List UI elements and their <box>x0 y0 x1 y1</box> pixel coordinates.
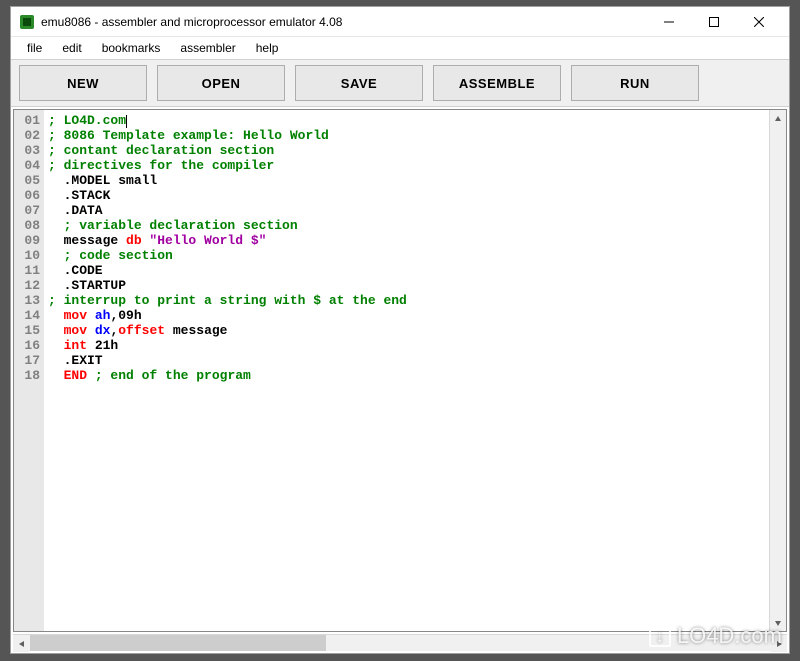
app-window: emu8086 - assembler and microprocessor e… <box>10 6 790 654</box>
line-number: 01 <box>14 113 40 128</box>
line-number-gutter: 010203040506070809101112131415161718 <box>14 110 44 631</box>
window-title: emu8086 - assembler and microprocessor e… <box>41 15 646 29</box>
line-number: 14 <box>14 308 40 323</box>
horizontal-scrollbar[interactable] <box>13 634 787 651</box>
save-button[interactable]: SAVE <box>295 65 423 101</box>
assemble-button[interactable]: ASSEMBLE <box>433 65 561 101</box>
code-line[interactable]: ; contant declaration section <box>48 143 765 158</box>
line-number: 10 <box>14 248 40 263</box>
line-number: 17 <box>14 353 40 368</box>
code-line[interactable]: ; interrup to print a string with $ at t… <box>48 293 765 308</box>
code-line[interactable]: .EXIT <box>48 353 765 368</box>
menubar: file edit bookmarks assembler help <box>11 37 789 59</box>
code-line[interactable]: .MODEL small <box>48 173 765 188</box>
code-line[interactable]: .STACK <box>48 188 765 203</box>
code-editor[interactable]: 010203040506070809101112131415161718 ; L… <box>14 110 769 631</box>
window-controls <box>646 8 781 36</box>
code-line[interactable]: ; directives for the compiler <box>48 158 765 173</box>
code-line[interactable]: ; variable declaration section <box>48 218 765 233</box>
toolbar: NEW OPEN SAVE ASSEMBLE RUN <box>11 59 789 107</box>
scroll-down-button[interactable] <box>770 614 786 631</box>
code-line[interactable]: message db "Hello World $" <box>48 233 765 248</box>
scroll-track[interactable] <box>770 127 786 614</box>
code-line[interactable]: .DATA <box>48 203 765 218</box>
titlebar: emu8086 - assembler and microprocessor e… <box>11 7 789 37</box>
maximize-button[interactable] <box>691 8 736 36</box>
code-line[interactable]: int 21h <box>48 338 765 353</box>
code-line[interactable]: ; 8086 Template example: Hello World <box>48 128 765 143</box>
code-line[interactable]: .CODE <box>48 263 765 278</box>
line-number: 08 <box>14 218 40 233</box>
line-number: 13 <box>14 293 40 308</box>
editor-area: 010203040506070809101112131415161718 ; L… <box>13 109 787 632</box>
line-number: 09 <box>14 233 40 248</box>
minimize-button[interactable] <box>646 8 691 36</box>
code-line[interactable]: ; LO4D.com <box>48 113 765 128</box>
code-line[interactable]: ; code section <box>48 248 765 263</box>
scroll-up-button[interactable] <box>770 110 786 127</box>
code-content[interactable]: ; LO4D.com; 8086 Template example: Hello… <box>44 110 769 631</box>
close-button[interactable] <box>736 8 781 36</box>
open-button[interactable]: OPEN <box>157 65 285 101</box>
new-button[interactable]: NEW <box>19 65 147 101</box>
code-line[interactable]: .STARTUP <box>48 278 765 293</box>
line-number: 02 <box>14 128 40 143</box>
line-number: 15 <box>14 323 40 338</box>
menu-assembler[interactable]: assembler <box>170 39 245 57</box>
menu-edit[interactable]: edit <box>52 39 91 57</box>
menu-help[interactable]: help <box>246 39 289 57</box>
code-line[interactable]: END ; end of the program <box>48 368 765 383</box>
menu-file[interactable]: file <box>17 39 52 57</box>
line-number: 07 <box>14 203 40 218</box>
code-line[interactable]: mov dx,offset message <box>48 323 765 338</box>
text-caret <box>126 115 127 128</box>
scroll-thumb-h[interactable] <box>30 635 326 651</box>
menu-bookmarks[interactable]: bookmarks <box>92 39 171 57</box>
line-number: 11 <box>14 263 40 278</box>
line-number: 16 <box>14 338 40 353</box>
line-number: 06 <box>14 188 40 203</box>
scroll-right-button[interactable] <box>770 635 787 652</box>
app-icon <box>19 14 35 30</box>
vertical-scrollbar[interactable] <box>769 110 786 631</box>
scroll-track-h[interactable] <box>30 635 770 651</box>
line-number: 05 <box>14 173 40 188</box>
line-number: 04 <box>14 158 40 173</box>
line-number: 12 <box>14 278 40 293</box>
run-button[interactable]: RUN <box>571 65 699 101</box>
line-number: 18 <box>14 368 40 383</box>
scroll-left-button[interactable] <box>13 635 30 652</box>
line-number: 03 <box>14 143 40 158</box>
code-line[interactable]: mov ah,09h <box>48 308 765 323</box>
